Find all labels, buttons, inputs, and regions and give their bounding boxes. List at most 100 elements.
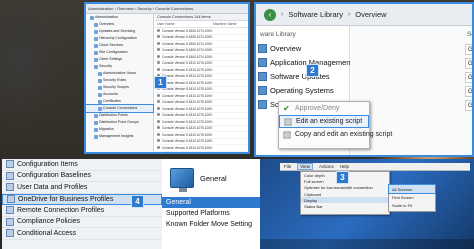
- nav-item[interactable]: User Data and Profiles: [2, 182, 162, 194]
- column-headers: User Name Machine Name: [155, 21, 248, 28]
- column-machine[interactable]: Machine Name: [213, 22, 237, 26]
- folder-icon: [94, 113, 98, 118]
- row-user-text: Console Version 5.1806.1074.1000 CT: [162, 28, 213, 33]
- tree-item[interactable]: Overview: [86, 21, 153, 28]
- tree-item-label: Distribution Points: [99, 113, 128, 117]
- row-user-text: Console Version 5.1810.1075.1000 CT: [162, 152, 213, 154]
- context-menu-item[interactable]: Copy and edit an existing script: [279, 128, 392, 141]
- folder-icon: [6, 206, 14, 215]
- tree-item[interactable]: Administrative Users: [86, 70, 153, 77]
- detail-header: Scri: [467, 31, 474, 38]
- detail-cell: Ge: [465, 72, 472, 83]
- nav-item[interactable]: Conditional Access: [2, 228, 162, 240]
- tree-item-label: Security Scopes: [103, 85, 129, 89]
- menu-view[interactable]: View: [297, 163, 313, 170]
- nav-item[interactable]: Compliance Policies: [2, 217, 162, 228]
- edit-script-icon: [283, 131, 291, 139]
- nav-item[interactable]: Configuration Baselines: [2, 171, 162, 182]
- row-user-text: Console Version 5.1806.1074.1000 CT: [162, 48, 213, 53]
- tree-item-label: Console Connections: [103, 106, 138, 110]
- console-icon: [157, 145, 160, 149]
- row-user-text: Console Version 5.1810.1075.1000 CT: [162, 67, 213, 72]
- tree-item[interactable]: Certificates: [86, 98, 153, 105]
- submenu-item[interactable]: Scale to Fit: [389, 201, 435, 209]
- tree-item-label: Security Roles: [103, 78, 127, 82]
- nav-item[interactable]: Configuration Items: [2, 159, 162, 171]
- properties-tab[interactable]: General: [162, 197, 260, 208]
- folder-icon: [94, 57, 98, 62]
- row-user: Console Version 5.1806.1074.1000 CT: [155, 28, 213, 33]
- tree-item[interactable]: Migration: [86, 126, 153, 133]
- tree-item[interactable]: Accounts: [86, 91, 153, 98]
- folder-icon: [98, 85, 102, 90]
- row-user: Console Version 5.1810.1075.1000 CT: [155, 100, 213, 104]
- row-user-text: Console Version 5.1810.1075.1000 CT: [162, 126, 213, 131]
- tree-item[interactable]: Administration: [86, 14, 153, 21]
- nav-item[interactable]: Application Management: [256, 55, 353, 69]
- row-user-text: Console Version 5.1806.1074.1000 CT: [162, 35, 213, 40]
- row-user-text: Console Version 5.1810.1075.1000 CT: [162, 106, 213, 111]
- row-user: Console Version 5.1810.1075.1000 CT: [155, 145, 213, 150]
- tree-item[interactable]: Security Roles: [86, 77, 153, 84]
- crumb-software-library[interactable]: Software Library: [288, 10, 343, 19]
- row-user: Console Version 5.1806.1074.1000 CT: [155, 41, 213, 46]
- folder-icon: [98, 78, 102, 83]
- column-user[interactable]: User Name: [155, 22, 213, 26]
- tree-item-label: Site Configuration: [99, 50, 128, 54]
- tree-item[interactable]: Updates and Servicing: [86, 28, 153, 35]
- menu-bar: File View Actions Help: [280, 163, 470, 171]
- console-icon: [157, 67, 160, 71]
- nav-item-label: Remote Connection Profiles: [17, 206, 105, 214]
- folder-icon: [98, 106, 102, 111]
- menu-actions[interactable]: Actions: [319, 164, 334, 169]
- tree-item-label: Migration: [99, 127, 114, 131]
- submenu-item[interactable]: First Screen: [389, 193, 435, 201]
- context-menu-item[interactable]: Edit an existing script: [279, 115, 369, 128]
- folder-icon: [6, 183, 14, 192]
- tree-item[interactable]: Security: [86, 63, 153, 70]
- tree-item[interactable]: Management Insights: [86, 133, 153, 140]
- row-user-text: Console Version 5.1810.1075.1000 CT: [162, 93, 213, 98]
- tree-item[interactable]: Console Connections: [86, 104, 154, 113]
- tree-item-label: Client Settings: [99, 57, 123, 61]
- console-icon: [157, 35, 160, 39]
- nav-item-label: OneDrive for Business Profiles: [18, 195, 114, 203]
- nav-item[interactable]: Software Updates: [256, 69, 349, 83]
- step-badge-4: 4: [131, 195, 144, 208]
- console-icon: [157, 126, 160, 130]
- tree-item[interactable]: Client Settings: [86, 56, 153, 63]
- tree-item[interactable]: Cloud Services: [86, 42, 153, 49]
- folder-icon: [258, 43, 267, 53]
- tree-item-label: Distribution Point Groups: [99, 120, 139, 124]
- nav-item[interactable]: Overview: [256, 41, 349, 55]
- tree-item-label: Security: [99, 64, 112, 68]
- tree-item[interactable]: Hierarchy Configuration: [86, 35, 153, 42]
- row-user-text: Console Version 5.1810.1075.1000 CT: [162, 74, 213, 79]
- console-icon: [157, 152, 160, 154]
- tree-item[interactable]: Security Scopes: [86, 84, 153, 91]
- detail-cell: Ge: [465, 86, 472, 97]
- row-user: Console Version 5.1810.1075.1000 CT: [155, 106, 213, 111]
- crumb-overview[interactable]: Overview: [355, 10, 386, 19]
- table-row[interactable]: Console Version 5.1810.1075.1000 CT: [155, 152, 248, 154]
- tree-item[interactable]: Distribution Points: [86, 112, 153, 119]
- submenu-item[interactable]: All Screens: [388, 184, 436, 194]
- list-header: Console Connections 144 items: [155, 14, 248, 21]
- menu-item[interactable]: Status Bar: [301, 203, 389, 209]
- properties-header: General: [162, 159, 260, 197]
- menu-help[interactable]: Help: [340, 164, 349, 169]
- remote-desktop-panel: File View Actions Help Color depth Full scre…: [260, 159, 474, 249]
- context-menu-item[interactable]: ✔ Approve/Deny: [279, 102, 369, 115]
- back-icon[interactable]: ‹: [264, 8, 276, 21]
- properties-panel: General General Supported Platforms Known …: [162, 159, 260, 249]
- step-badge-3: 3: [336, 171, 349, 184]
- nav-item[interactable]: Operating Systems: [256, 83, 349, 97]
- row-user-text: Console Version 5.1810.1075.1000 CT: [162, 132, 213, 137]
- row-user-text: Console Version 5.1810.1075.1000 CT: [162, 145, 213, 150]
- menu-file[interactable]: File: [284, 164, 291, 169]
- computer-icon: [170, 168, 194, 192]
- properties-tab[interactable]: Known Folder Move Setting: [162, 219, 260, 230]
- tree-item[interactable]: Distribution Point Groups: [86, 119, 153, 126]
- properties-tab[interactable]: Supported Platforms: [162, 208, 260, 219]
- tree-item[interactable]: Site Configuration: [86, 49, 153, 56]
